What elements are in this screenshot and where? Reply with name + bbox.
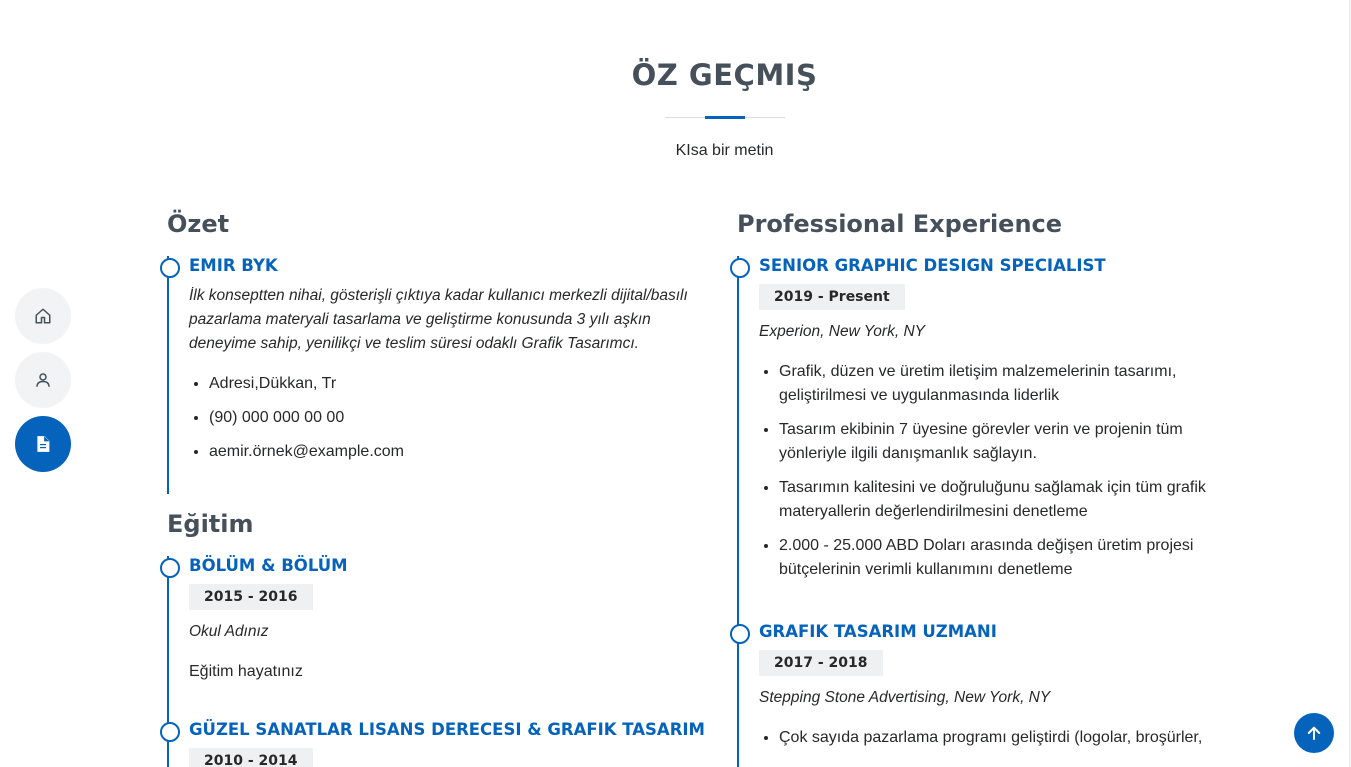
nav-resume-button[interactable]: [15, 416, 71, 472]
education-text: Eğitim hayatınız: [189, 663, 303, 680]
experience-company: Stepping Stone Advertising, New York, NY: [759, 689, 1051, 706]
experience-bullet: Tasarım ekibinin 7 üyesine görevler veri…: [779, 418, 1247, 466]
experience-heading: Professional Experience: [737, 210, 1063, 238]
home-icon: [35, 308, 51, 324]
experience-bullet: 2.000 - 25.000 ABD Doları arasında değiş…: [779, 534, 1247, 582]
experience-title: GRAFIK TASARIM UZMANI: [759, 622, 997, 641]
education-item: BÖLÜM & BÖLÜM 2015 - 2016 Okul Adınız Eğ…: [160, 556, 707, 720]
experience-bullet: Grafik, düzen ve üretim iletişim malzeme…: [779, 360, 1247, 408]
arrow-up-icon: [1307, 726, 1321, 740]
experience-item: SENIOR GRAPHIC DESIGN SPECIALIST 2019 - …: [730, 256, 1247, 622]
experience-bullet: Çok sayıda pazarlama programı geliştirdi…: [779, 726, 1247, 750]
summary-name: EMIR BYK: [189, 256, 278, 275]
summary-description: İlk konseptten nihai, gösterişli çıktıya…: [189, 287, 688, 352]
resume-left-column: Özet EMIR BYK İlk konseptten nihai, göst…: [160, 210, 707, 767]
education-title: BÖLÜM & BÖLÜM: [189, 556, 348, 575]
section-title: ÖZ GEÇMIŞ: [631, 58, 818, 92]
education-title: GÜZEL SANATLAR LISANS DERECESI & GRAFIK …: [189, 720, 705, 739]
back-to-top-button[interactable]: [1294, 713, 1334, 753]
person-icon: [36, 373, 50, 387]
nav-about-button[interactable]: [15, 352, 71, 408]
education-heading: Eğitim: [167, 510, 254, 538]
contact-address: Adresi,Dükkan, Tr: [209, 372, 707, 396]
nav-home-button[interactable]: [15, 288, 71, 344]
contact-list: Adresi,Dükkan, Tr (90) 000 000 00 00 aem…: [189, 372, 707, 464]
experience-period: 2017 - 2018: [759, 650, 883, 676]
summary-item: EMIR BYK İlk konseptten nihai, gösterişl…: [160, 256, 707, 494]
experience-company: Experion, New York, NY: [759, 323, 925, 340]
education-school: Okul Adınız: [189, 623, 269, 640]
section-subtitle: KIsa bir metin: [675, 142, 774, 159]
contact-phone: (90) 000 000 00 00: [209, 406, 707, 430]
education-item: GÜZEL SANATLAR LISANS DERECESI & GRAFIK …: [160, 720, 707, 767]
experience-item: GRAFIK TASARIM UZMANI 2017 - 2018 Steppi…: [730, 622, 1247, 767]
experience-bullets: Çok sayıda pazarlama programı geliştirdi…: [759, 726, 1247, 750]
experience-bullet: Tasarımın kalitesini ve doğruluğunu sağl…: [779, 476, 1247, 524]
contact-email: aemir.örnek@example.com: [209, 440, 707, 464]
summary-heading: Özet: [167, 210, 230, 238]
file-icon: [37, 436, 50, 452]
education-period: 2010 - 2014: [189, 748, 313, 767]
resume-right-column: Professional Experience SENIOR GRAPHIC D…: [730, 210, 1247, 767]
experience-period: 2019 - Present: [759, 284, 905, 310]
experience-bullets: Grafik, düzen ve üretim iletişim malzeme…: [759, 360, 1247, 582]
title-divider-accent: [705, 116, 745, 119]
experience-title: SENIOR GRAPHIC DESIGN SPECIALIST: [759, 256, 1106, 275]
education-period: 2015 - 2016: [189, 584, 313, 610]
side-nav: [15, 288, 71, 480]
